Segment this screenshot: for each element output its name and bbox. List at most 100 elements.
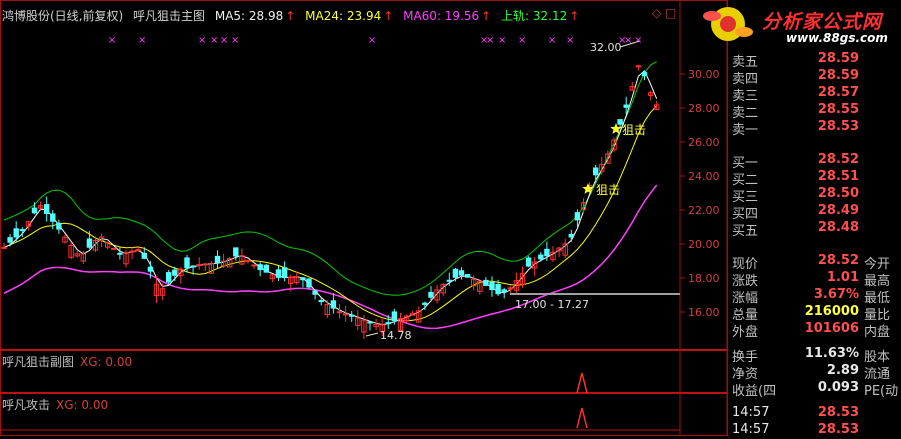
bid-row: 买三 28.50 [727, 186, 901, 205]
candle-body [184, 257, 190, 269]
signal-marker: × [498, 35, 506, 46]
candle-body [300, 277, 306, 281]
bid-price: 28.51 [817, 169, 859, 184]
signal-marker: × [198, 35, 206, 46]
candle-body [446, 279, 453, 282]
indicator-name: 呼凡狙击主图 [133, 9, 206, 23]
stat-row: 涨幅 3.67% 最低 [727, 287, 901, 306]
kline-chart[interactable]: 30.00 28.00 26.00 24.00 22.00 20.00 18.00 16.00… [0, 0, 728, 436]
tick-price: 28.53 [817, 422, 859, 437]
candle-body [458, 270, 465, 276]
y-tick-label: 20.00 [688, 238, 720, 251]
candle-body [166, 272, 172, 283]
stat2-value: 0.093 [817, 380, 859, 395]
candle-body [342, 313, 349, 316]
sub-chart-2-header: 呼凡攻击 XG: 0.00 [2, 396, 108, 413]
y-tick-label: 22.00 [688, 204, 720, 217]
signal-marker: × [108, 35, 116, 46]
high-price-label: 32.00 [590, 41, 622, 54]
sub-chart-2-title: 呼凡攻击 [2, 398, 51, 412]
window-controls-icon[interactable]: ◇ □ [652, 6, 676, 20]
y-tick-label: 24.00 [688, 170, 720, 183]
candle-body [568, 233, 574, 238]
candle-body [483, 279, 489, 286]
candle-body [7, 237, 13, 243]
ask-row: 卖二 28.55 [727, 102, 901, 121]
stat2-label-2: PE(动 [864, 384, 899, 399]
candle-body [593, 167, 599, 176]
y-tick-label: 16.00 [688, 306, 720, 319]
y-tick-label: 26.00 [688, 136, 720, 149]
stat2-label: 收益(四 [732, 384, 777, 399]
candle-body [574, 212, 581, 221]
stat-row: 涨跌 1.01 最高 [727, 270, 901, 289]
candle-body [385, 322, 392, 325]
tick-row: 14:57 28.53 [727, 405, 901, 422]
signal-marker: × [368, 35, 376, 46]
candle-body [190, 265, 196, 268]
candle-body [251, 264, 257, 267]
candle-body [367, 321, 373, 324]
low-price-label: 14.78 [380, 329, 412, 342]
bid-row: 买五 28.48 [727, 220, 901, 239]
y-tick-label: 18.00 [688, 272, 720, 285]
upper-band-label: 上轨: 32.12 [501, 9, 568, 23]
candle-body [111, 247, 117, 250]
signal-marker: × [518, 35, 526, 46]
stat2-value: 11.63% [804, 346, 859, 361]
bid-price: 28.48 [817, 220, 859, 235]
ask-price: 28.57 [817, 85, 859, 100]
stat-value: 28.52 [817, 253, 859, 268]
candle-body [196, 264, 202, 267]
bid-row: 买一 28.52 [727, 152, 901, 171]
candle-body [50, 213, 56, 222]
ma5-line [3, 69, 658, 326]
candle-body [245, 259, 251, 262]
tick-row: 14:57 28.53 [727, 422, 901, 439]
ma24-line [3, 105, 658, 322]
candle-body [391, 311, 398, 322]
ask-label: 卖一 [732, 123, 759, 138]
candle-body [13, 228, 19, 238]
candle-body [623, 104, 629, 108]
signal-marker: × [566, 35, 574, 46]
candle-body [422, 302, 428, 305]
up-arrow-icon: ↑ [383, 9, 394, 23]
stat-label-2: 内盘 [864, 325, 891, 340]
signal-marker: × [548, 35, 556, 46]
stat-row: 外盘 101606 内盘 [727, 321, 901, 340]
ask-row: 卖一 28.53 [727, 119, 901, 138]
candle-body [147, 266, 154, 272]
stat-value: 216000 [804, 304, 859, 319]
candle-body [312, 290, 318, 295]
ask-price: 28.53 [817, 119, 859, 134]
ma24-label: MA24: 23.94 [305, 9, 382, 23]
candle-body [214, 255, 221, 264]
ma60-label: MA60: 19.56 [403, 9, 480, 23]
ask-row: 卖四 28.59 [727, 68, 901, 87]
candle-body [135, 249, 141, 252]
signal-label: 狙击 [596, 183, 620, 197]
stat-value: 3.67% [813, 287, 859, 302]
stat-value: 1.01 [826, 270, 859, 285]
ask-price: 28.55 [817, 102, 859, 117]
sub-chart-1-header: 呼凡狙击副图 XG: 0.00 [2, 353, 132, 370]
candle-body [489, 281, 495, 291]
site-logo: 分析家公式网 www.88gs.com [700, 2, 901, 46]
candle-body [172, 269, 178, 276]
candle-body [44, 204, 50, 214]
tick-time: 14:57 [732, 422, 770, 437]
candle-body [275, 269, 282, 278]
chart-area[interactable]: 30.00 28.00 26.00 24.00 22.00 20.00 18.00 16.00… [0, 0, 728, 436]
bid-label: 买五 [732, 224, 759, 239]
logo-text: 分析家公式网 [762, 11, 883, 33]
candle-body [233, 247, 239, 257]
candle-body [452, 268, 459, 278]
bid-price: 28.52 [817, 152, 859, 167]
logo-url: www.88gs.com [786, 31, 888, 45]
signal-star-icon [582, 183, 594, 194]
candle-body [263, 264, 270, 273]
signal-marker: × [220, 35, 228, 46]
bid-price: 28.50 [817, 186, 859, 201]
ask-price: 28.59 [817, 68, 859, 83]
